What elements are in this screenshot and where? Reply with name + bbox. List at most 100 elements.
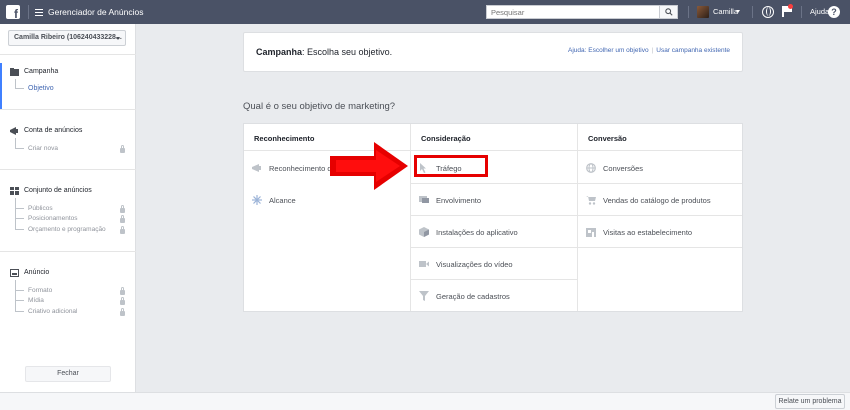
divider bbox=[0, 251, 136, 252]
sidebar-item-orcamento[interactable]: Orçamento e programação bbox=[28, 226, 106, 233]
app-title[interactable]: Gerenciador de Anúncios bbox=[48, 7, 143, 17]
chevron-down-icon bbox=[116, 37, 120, 40]
sidebar-item-campanha[interactable]: Campanha bbox=[24, 68, 58, 75]
sidebar-item-criar-nova[interactable]: Criar nova bbox=[28, 145, 58, 152]
store-icon bbox=[586, 228, 596, 237]
menu-icon[interactable] bbox=[35, 8, 43, 16]
tree-line bbox=[15, 290, 24, 291]
lock-icon bbox=[120, 297, 125, 305]
tree-line bbox=[15, 208, 24, 209]
help-link[interactable]: Ajuda bbox=[810, 7, 829, 16]
divider bbox=[0, 169, 136, 170]
globe-icon[interactable] bbox=[762, 6, 774, 18]
divider bbox=[28, 5, 29, 19]
objective-option[interactable]: Visitas ao estabelecimento bbox=[578, 216, 742, 248]
chat-icon bbox=[419, 196, 429, 203]
column-conversao: Conversão Conversões Vendas do catálogo … bbox=[578, 124, 742, 311]
option-label: Envolvimento bbox=[436, 196, 482, 205]
objective-option[interactable]: Geração de cadastros bbox=[411, 280, 577, 312]
lock-icon bbox=[120, 205, 125, 213]
existing-campaign-link[interactable]: Usar campanha existente bbox=[656, 47, 730, 54]
sidebar-item-posicionamentos[interactable]: Posicionamentos bbox=[28, 215, 78, 222]
option-label: Conversões bbox=[603, 164, 644, 173]
lock-icon bbox=[120, 308, 125, 316]
lock-icon bbox=[120, 287, 125, 295]
divider bbox=[0, 54, 136, 55]
objective-option[interactable]: Vendas do catálogo de produtos bbox=[578, 184, 742, 216]
tree-line bbox=[15, 218, 24, 219]
sidebar-item-conta-de-anuncios[interactable]: Conta de anúncios bbox=[24, 127, 82, 134]
column-header: Consideração bbox=[411, 124, 577, 151]
option-label: Reconhecimento d bbox=[269, 164, 332, 173]
tree-line bbox=[15, 300, 24, 301]
objective-option[interactable]: Visualizações do vídeo bbox=[411, 248, 577, 280]
facebook-logo-icon[interactable]: f bbox=[6, 5, 20, 20]
grid-icon bbox=[10, 187, 19, 195]
campaign-header: Campanha: Escolha seu objetivo. Ajuda: E… bbox=[243, 32, 743, 72]
megaphone-icon bbox=[10, 127, 18, 135]
tree-line bbox=[15, 138, 16, 148]
megaphone-icon bbox=[252, 164, 261, 172]
funnel-icon bbox=[419, 291, 429, 301]
tree-line bbox=[15, 229, 24, 230]
section-question: Qual é o seu objetivo de marketing? bbox=[243, 101, 396, 112]
column-header: Conversão bbox=[578, 124, 742, 151]
username[interactable]: Camilla bbox=[713, 7, 738, 16]
lock-icon bbox=[120, 145, 125, 153]
option-label: Visitas ao estabelecimento bbox=[603, 228, 693, 237]
sidebar-item-criativo-adicional[interactable]: Criativo adicional bbox=[28, 308, 78, 315]
sidebar-item-midia[interactable]: Mídia bbox=[28, 297, 44, 304]
report-problem-button[interactable]: Relate um problema bbox=[775, 394, 845, 409]
sidebar: Camilla Ribeiro (106240433228... Campanh… bbox=[0, 24, 136, 392]
divider bbox=[752, 6, 753, 18]
objective-option[interactable]: Envolvimento bbox=[411, 184, 577, 216]
search-input[interactable] bbox=[486, 5, 660, 19]
search-button[interactable] bbox=[660, 5, 678, 19]
tree-line bbox=[15, 198, 16, 229]
tree-line bbox=[15, 311, 24, 312]
option-label: Geração de cadastros bbox=[436, 292, 510, 301]
column-consideracao: Consideração Tráfego Envolvimento Instal… bbox=[411, 124, 577, 311]
sidebar-item-conjunto-de-anuncios[interactable]: Conjunto de anúncios bbox=[24, 187, 92, 194]
option-label: Visualizações do vídeo bbox=[436, 260, 513, 269]
account-name: Camilla Ribeiro (106240433228... bbox=[14, 34, 122, 41]
header-links: Ajuda: Escolher um objetivo | Usar campanh… bbox=[568, 47, 730, 54]
option-label: Vendas do catálogo de produtos bbox=[603, 196, 711, 205]
tree-line bbox=[15, 148, 24, 149]
active-indicator bbox=[0, 63, 2, 110]
sidebar-item-objetivo[interactable]: Objetivo bbox=[28, 85, 54, 92]
footer-bar bbox=[0, 392, 850, 410]
cart-icon bbox=[586, 196, 596, 205]
box-icon bbox=[419, 227, 429, 237]
tree-line bbox=[15, 280, 16, 311]
lock-icon bbox=[120, 215, 125, 223]
close-button[interactable]: Fechar bbox=[25, 366, 111, 382]
video-icon bbox=[419, 261, 429, 267]
avatar[interactable] bbox=[697, 6, 709, 18]
help-objective-link[interactable]: Ajuda: Escolher um objetivo bbox=[568, 47, 649, 54]
divider bbox=[0, 109, 136, 110]
chevron-down-icon[interactable] bbox=[736, 10, 740, 13]
tree-line bbox=[15, 88, 24, 89]
search-icon bbox=[664, 8, 673, 16]
help-icon[interactable]: ? bbox=[828, 6, 840, 18]
objective-option[interactable]: Instalações do aplicativo bbox=[411, 216, 577, 248]
globe-icon bbox=[586, 163, 596, 173]
page-title: Campanha: Escolha seu objetivo. bbox=[256, 47, 393, 57]
lock-icon bbox=[120, 226, 125, 234]
red-arrow-annotation bbox=[330, 142, 408, 190]
sidebar-item-anuncio[interactable]: Anúncio bbox=[24, 269, 49, 276]
divider bbox=[688, 6, 689, 18]
account-selector[interactable]: Camilla Ribeiro (106240433228... bbox=[8, 30, 126, 46]
objective-option[interactable]: Conversões bbox=[578, 152, 742, 184]
notification-badge bbox=[788, 4, 793, 9]
sidebar-item-formato[interactable]: Formato bbox=[28, 287, 52, 294]
objective-table: Reconhecimento Reconhecimento d Alcance … bbox=[243, 123, 743, 312]
option-label: Alcance bbox=[269, 196, 296, 205]
ad-icon bbox=[10, 269, 19, 277]
tree-line bbox=[15, 79, 16, 88]
folder-icon bbox=[10, 68, 19, 76]
sidebar-item-publicos[interactable]: Públicos bbox=[28, 205, 53, 212]
option-label: Instalações do aplicativo bbox=[436, 228, 518, 237]
divider bbox=[801, 6, 802, 18]
